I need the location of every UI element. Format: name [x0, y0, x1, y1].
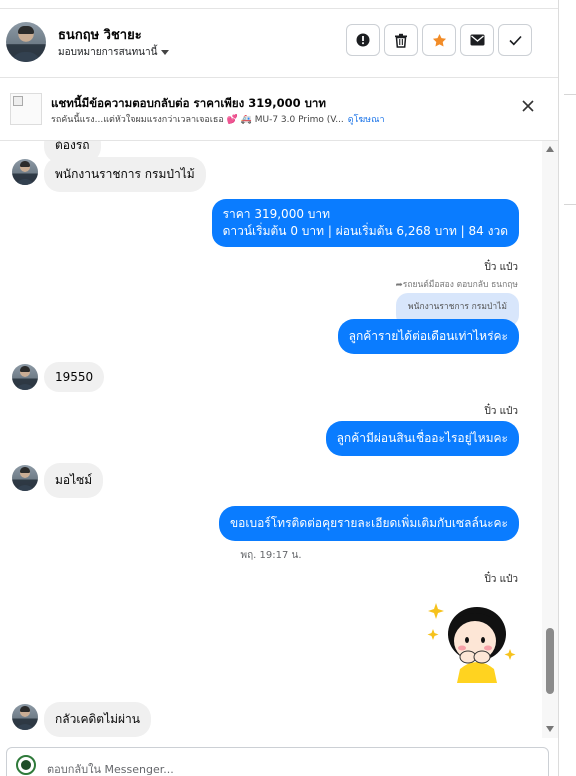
- conversation-panel: ธนกฤษ วิชายะ มอบหมายการสนทนานี้ แชทนี้มี…: [0, 0, 558, 776]
- sticker-girl-icon[interactable]: [424, 591, 520, 683]
- panel-divider: [564, 204, 576, 205]
- page-avatar: [16, 755, 36, 775]
- ad-title: แชทนี้มีข้อความตอบกลับต่อ ราคาเพียง 319,…: [51, 96, 326, 110]
- message-line: ราคา 319,000 บาท: [222, 207, 331, 221]
- reply-composer[interactable]: ตอบกลับใน Messenger...: [6, 747, 549, 776]
- mail-icon: [470, 34, 484, 46]
- incoming-message[interactable]: มอไซม์: [44, 463, 104, 498]
- view-ad-link[interactable]: ดูโฆษณา: [348, 115, 385, 125]
- sender-avatar[interactable]: [12, 159, 38, 185]
- reply-arrow-icon: ➦: [395, 280, 403, 290]
- sender-name: ปิ๋ว แป๋ว: [484, 262, 518, 273]
- report-icon: [356, 33, 370, 47]
- incoming-message[interactable]: กลัวเคดิตไม่ผ่าน: [44, 702, 151, 737]
- outgoing-message[interactable]: ลูกค้ารายได้ต่อเดือนเท่าไหร่คะ: [337, 319, 519, 354]
- reply-input[interactable]: ตอบกลับใน Messenger...: [47, 760, 174, 776]
- messenger-conversation-page: ธนกฤษ วิชายะ มอบหมายการสนทนานี้ แชทนี้มี…: [0, 0, 576, 776]
- assign-label: มอบหมายการสนทนานี้: [58, 47, 158, 58]
- check-icon: [508, 35, 522, 45]
- scroll-up-arrow-icon[interactable]: [546, 146, 554, 152]
- assign-conversation-dropdown[interactable]: มอบหมายการสนทนานี้: [58, 45, 170, 60]
- sender-avatar[interactable]: [12, 364, 38, 390]
- outgoing-message[interactable]: ลูกค้ามีผ่อนสินเชื่ออะไรอยู่ไหมคะ: [325, 421, 519, 456]
- contact-name[interactable]: ธนกฤษ วิชายะ: [58, 24, 142, 45]
- star-button[interactable]: [422, 24, 456, 56]
- star-icon: [432, 33, 446, 46]
- sender-avatar[interactable]: [12, 704, 38, 730]
- incoming-message[interactable]: พนักงานราชการ กรมป่าไม้: [44, 157, 206, 192]
- message-timestamp: พฤ. 19:17 น.: [240, 550, 302, 561]
- message-line: ดาวน์เริ่มต้น 0 บาท | ผ่อนเริ่มต้น 6,268…: [222, 224, 508, 238]
- panel-divider: [564, 94, 576, 95]
- scroll-down-arrow-icon[interactable]: [546, 726, 554, 732]
- ad-subtitle-text: รถคันนี้แรง...แต่หัวใจผมแรงกว่าเวลาเจอเธ…: [51, 115, 344, 125]
- sender-name: ปิ๋ว แป๋ว: [484, 406, 518, 417]
- ad-thumbnail[interactable]: [10, 93, 42, 125]
- scrollbar-thumb[interactable]: [546, 628, 554, 694]
- sender-name: ปิ๋ว แป๋ว: [484, 574, 518, 585]
- outgoing-message[interactable]: ขอเบอร์โทรติดต่อคุยรายละเอียดเพิ่มเติมกั…: [218, 506, 519, 541]
- sender-avatar[interactable]: [12, 465, 38, 491]
- conversation-header: ธนกฤษ วิชายะ มอบหมายการสนทนานี้: [0, 8, 558, 76]
- outgoing-message[interactable]: ราคา 319,000 บาท ดาวน์เริ่มต้น 0 บาท | ผ…: [211, 199, 519, 247]
- delete-button[interactable]: [384, 24, 418, 56]
- close-icon[interactable]: [522, 100, 534, 112]
- contact-avatar[interactable]: [6, 22, 46, 62]
- message-thread: ต้องรถ พนักงานราชการ กรมป่าไม้ ราคา 319,…: [0, 141, 542, 738]
- mark-done-button[interactable]: [498, 24, 532, 56]
- report-button[interactable]: [346, 24, 380, 56]
- reply-note-text: รถยนต์มือสอง ตอบกลับ ธนกฤษ: [402, 280, 518, 290]
- ad-context-banner: แชทนี้มีข้อความตอบกลับต่อ ราคาเพียง 319,…: [0, 77, 558, 141]
- chat-scrollbar[interactable]: [542, 141, 558, 738]
- ad-subtitle: รถคันนี้แรง...แต่หัวใจผมแรงกว่าเวลาเจอเธ…: [51, 112, 385, 126]
- mail-button[interactable]: [460, 24, 494, 56]
- caret-down-icon: [161, 49, 170, 55]
- adjacent-panel-edge: [558, 0, 576, 776]
- trash-icon: [395, 33, 407, 48]
- reply-note: ➦รถยนต์มือสอง ตอบกลับ ธนกฤษ: [396, 277, 518, 291]
- incoming-message[interactable]: 19550: [44, 362, 105, 392]
